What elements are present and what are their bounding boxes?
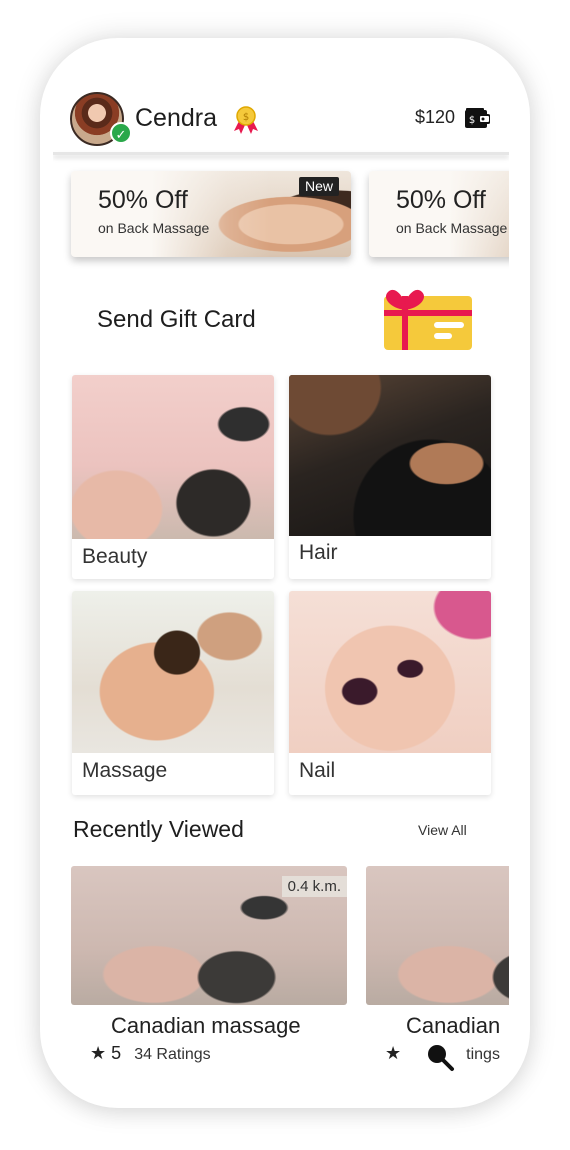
category-card-beauty[interactable]: Beauty <box>72 375 274 579</box>
category-card-nail[interactable]: Nail <box>289 591 491 795</box>
recent-item-image: 0.4 k.m. <box>71 866 347 1005</box>
category-image <box>72 591 274 753</box>
app-screen: ✓ Cendra $ $120 $ 50% Off on Back Massag… <box>53 38 509 1108</box>
distance-badge: 0.4 k.m. <box>281 876 347 897</box>
svg-text:$: $ <box>469 115 475 126</box>
new-badge: New <box>298 177 339 196</box>
category-image <box>72 375 274 539</box>
ratings-count: tings <box>466 1046 500 1063</box>
verified-check-icon: ✓ <box>110 122 132 144</box>
recent-item-rating: ★ 5 34 Ratings <box>90 1043 211 1064</box>
offer-title: 50% Off <box>98 186 188 214</box>
offer-title: 50% Off <box>396 186 486 214</box>
rating-value: 5 <box>111 1043 122 1063</box>
header-divider <box>53 152 509 155</box>
phone-frame: ✓ Cendra $ $120 $ 50% Off on Back Massag… <box>40 38 530 1108</box>
svg-text:$: $ <box>243 112 249 123</box>
recently-viewed-title: Recently Viewed <box>73 816 244 842</box>
offer-card[interactable]: 50% Off on Back Massage New <box>71 171 351 257</box>
category-image <box>289 375 491 536</box>
star-icon: ★ <box>90 1043 107 1063</box>
category-card-massage[interactable]: Massage <box>72 591 274 795</box>
category-label: Beauty <box>82 545 148 568</box>
recent-item-name: Canadian massage <box>111 1013 301 1038</box>
app-header: ✓ Cendra $ $120 $ <box>53 38 509 155</box>
ratings-count: 34 Ratings <box>134 1046 211 1063</box>
category-label: Massage <box>82 759 168 782</box>
wallet-icon[interactable]: $ <box>464 107 490 129</box>
wallet-balance[interactable]: $120 <box>415 107 455 128</box>
search-icon[interactable] <box>425 1042 455 1072</box>
category-label: Hair <box>299 541 338 564</box>
category-card-hair[interactable]: Hair <box>289 375 491 579</box>
offer-subtitle: on Back Massage <box>98 220 210 236</box>
offer-card[interactable]: 50% Off on Back Massage <box>369 171 509 257</box>
recent-item-card[interactable]: 0.4 k.m. Canadian massage ★ 5 34 Ratings <box>71 866 347 1066</box>
recent-item-image <box>366 866 509 1005</box>
gift-card-icon[interactable] <box>380 286 476 352</box>
star-icon: ★ <box>385 1043 402 1063</box>
view-all-link[interactable]: View All <box>418 822 467 838</box>
offer-subtitle: on Back Massage <box>396 220 508 236</box>
medal-icon: $ <box>234 106 258 134</box>
recent-item-name: Canadian <box>406 1013 501 1038</box>
category-image <box>289 591 491 753</box>
recent-item-card[interactable]: Canadian ★ tings <box>366 866 509 1066</box>
category-label: Nail <box>299 759 336 782</box>
send-gift-card-title[interactable]: Send Gift Card <box>97 306 256 334</box>
username: Cendra <box>135 104 217 132</box>
